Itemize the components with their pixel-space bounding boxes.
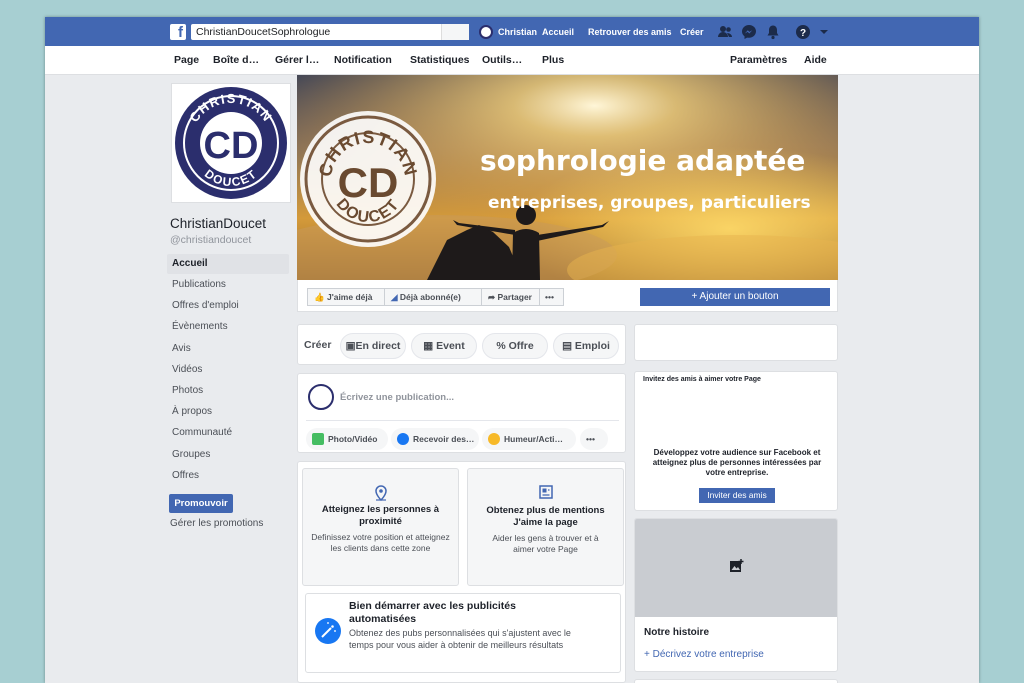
messenger-icon[interactable] — [741, 24, 757, 40]
more-actions-button[interactable]: ••• — [539, 288, 564, 306]
cover-photo[interactable]: CHRISTIAN DOUCET CD sophrologie adaptée … — [297, 75, 838, 280]
percent-icon: % — [496, 340, 506, 352]
sidebar-item-reviews[interactable]: Avis — [167, 339, 289, 359]
dropdown-icon[interactable] — [819, 24, 829, 40]
invite-friends-button[interactable]: Inviter des amis — [699, 488, 775, 503]
profile-avatar[interactable] — [479, 25, 493, 39]
invite-title: Invitez des amis à aimer votre Page — [643, 376, 761, 383]
offer-button[interactable]: % Offre — [482, 333, 548, 359]
svg-text:CD: CD — [204, 125, 259, 167]
nearby-tip-card[interactable]: Atteignez les personnes à proximité Defi… — [302, 468, 459, 586]
right-bottom-card — [634, 679, 838, 683]
add-button[interactable]: + Ajouter un bouton — [640, 288, 830, 306]
like-button[interactable]: 👍 J'aime déjà — [307, 288, 385, 306]
briefcase-icon: ▤ — [562, 340, 572, 352]
facebook-logo-icon[interactable]: f — [170, 24, 186, 40]
composer-divider — [306, 420, 619, 421]
friends-icon[interactable] — [717, 24, 733, 40]
get-messages-button[interactable]: Recevoir des… — [391, 428, 479, 450]
cover-subline: entreprises, groupes, particuliers — [488, 193, 811, 213]
messenger-small-icon — [397, 433, 409, 445]
add-photo-icon — [730, 559, 744, 572]
likes-tip-card[interactable]: Obtenez plus de mentions J'aime la page … — [467, 468, 624, 586]
sidebar-item-offers[interactable]: Offres — [167, 466, 289, 486]
story-title: Notre histoire — [644, 627, 710, 638]
feeling-activity-button[interactable]: Humeur/Acti… — [482, 428, 576, 450]
page-profile-picture[interactable]: CHRISTIAN DOUCET CD — [171, 83, 291, 203]
tab-manage[interactable]: Gérer l… — [275, 54, 319, 66]
story-card: Notre histoire + Décrivez votre entrepri… — [634, 518, 838, 672]
christian-doucet-logo: CHRISTIAN DOUCET CD — [175, 87, 287, 199]
ads-description: Obtenez des pubs personnalisées qui s'aj… — [349, 628, 571, 650]
sidebar-item-community[interactable]: Communauté — [167, 423, 289, 443]
magic-wand-icon — [315, 618, 341, 644]
thumbs-up-icon: 👍 — [314, 292, 325, 302]
composer-input[interactable]: Écrivez une publication... — [340, 392, 454, 403]
page-icon — [539, 485, 553, 499]
tab-help[interactable]: Aide — [804, 54, 827, 66]
sidebar-item-home[interactable]: Accueil — [167, 254, 289, 274]
share-icon: ➦ — [488, 292, 496, 302]
create-card: Créer ▣En direct ▦ Event % Offre ▤ Emplo… — [297, 324, 626, 365]
create-link[interactable]: Créer — [680, 25, 704, 39]
svg-text:CD: CD — [338, 159, 399, 206]
video-camera-icon: ▣ — [345, 340, 356, 352]
home-link[interactable]: Accueil — [542, 25, 574, 39]
create-label: Créer — [304, 339, 332, 351]
page-navigation: Page Boîte d… Gérer l… Notification Stat… — [45, 46, 979, 75]
sidebar-item-videos[interactable]: Vidéos — [167, 360, 289, 380]
help-icon[interactable]: ? — [795, 24, 811, 40]
job-button[interactable]: ▤ Emploi — [553, 333, 619, 359]
sidebar-item-about[interactable]: À propos — [167, 402, 289, 422]
share-button[interactable]: ➦ Partager — [481, 288, 540, 306]
follow-button[interactable]: ◢ Déjà abonné(e) — [384, 288, 482, 306]
sidebar-item-jobs[interactable]: Offres d'emploi — [167, 296, 289, 316]
tab-inbox[interactable]: Boîte d… — [213, 54, 259, 66]
browser-frame: f Christian Accueil Retrouver des amis C… — [45, 17, 979, 683]
smiley-icon — [488, 433, 500, 445]
page-action-bar: 👍 J'aime déjà ◢ Déjà abonné(e) ➦ Partage… — [297, 280, 838, 312]
tab-tools[interactable]: Outils… — [482, 54, 522, 66]
calendar-icon: ▦ — [423, 340, 434, 352]
automated-ads-card[interactable]: Bien démarrer avec les publicités automa… — [305, 593, 621, 673]
right-top-card — [634, 324, 838, 361]
composer-avatar — [308, 384, 334, 410]
sidebar-item-posts[interactable]: Publications — [167, 275, 289, 295]
invite-friends-card: Invitez des amis à aimer votre Page Déve… — [634, 371, 838, 511]
manage-promotions-link[interactable]: Gérer les promotions — [170, 518, 263, 529]
cover-image: CHRISTIAN DOUCET CD sophrologie adaptée … — [297, 75, 838, 280]
post-composer: Écrivez une publication... Photo/Vidéo R… — [297, 373, 626, 453]
story-cover-placeholder[interactable] — [635, 519, 837, 617]
page-name[interactable]: ChristianDoucet — [170, 216, 266, 231]
sidebar-item-photos[interactable]: Photos — [167, 381, 289, 401]
event-button[interactable]: ▦ Event — [411, 333, 477, 359]
sidebar-item-groups[interactable]: Groupes — [167, 445, 289, 465]
tips-container: Atteignez les personnes à proximité Defi… — [297, 461, 626, 683]
rss-icon: ◢ — [391, 292, 398, 302]
profile-name-link[interactable]: Christian — [498, 25, 537, 39]
facebook-top-bar: f Christian Accueil Retrouver des amis C… — [45, 17, 979, 46]
composer-more-button[interactable]: ••• — [580, 428, 608, 450]
tab-more[interactable]: Plus — [542, 54, 564, 66]
location-pin-icon — [375, 485, 387, 501]
ads-title: Bien démarrer avec les publicités automa… — [349, 600, 516, 625]
sidebar-item-events[interactable]: Évènements — [167, 317, 289, 337]
bell-icon[interactable] — [765, 24, 781, 40]
tab-notifications[interactable]: Notification — [334, 54, 392, 66]
find-friends-link[interactable]: Retrouver des amis — [588, 25, 672, 39]
photo-icon — [312, 433, 324, 445]
page-handle[interactable]: @christiandoucet — [170, 234, 251, 246]
tab-settings[interactable]: Paramètres — [730, 54, 787, 66]
cover-headline: sophrologie adaptée — [480, 144, 805, 177]
search-button[interactable] — [441, 24, 469, 40]
describe-business-link[interactable]: + Décrivez votre entreprise — [644, 649, 764, 660]
tab-insights[interactable]: Statistiques — [410, 54, 470, 66]
photo-video-button[interactable]: Photo/Vidéo — [306, 428, 388, 450]
svg-text:?: ? — [800, 28, 806, 39]
invite-description: Développez votre audience sur Facebook e… — [652, 448, 822, 477]
search-input[interactable] — [191, 24, 467, 40]
tab-page[interactable]: Page — [174, 54, 199, 66]
promote-button[interactable]: Promouvoir — [169, 494, 233, 513]
live-button[interactable]: ▣En direct — [340, 333, 406, 359]
